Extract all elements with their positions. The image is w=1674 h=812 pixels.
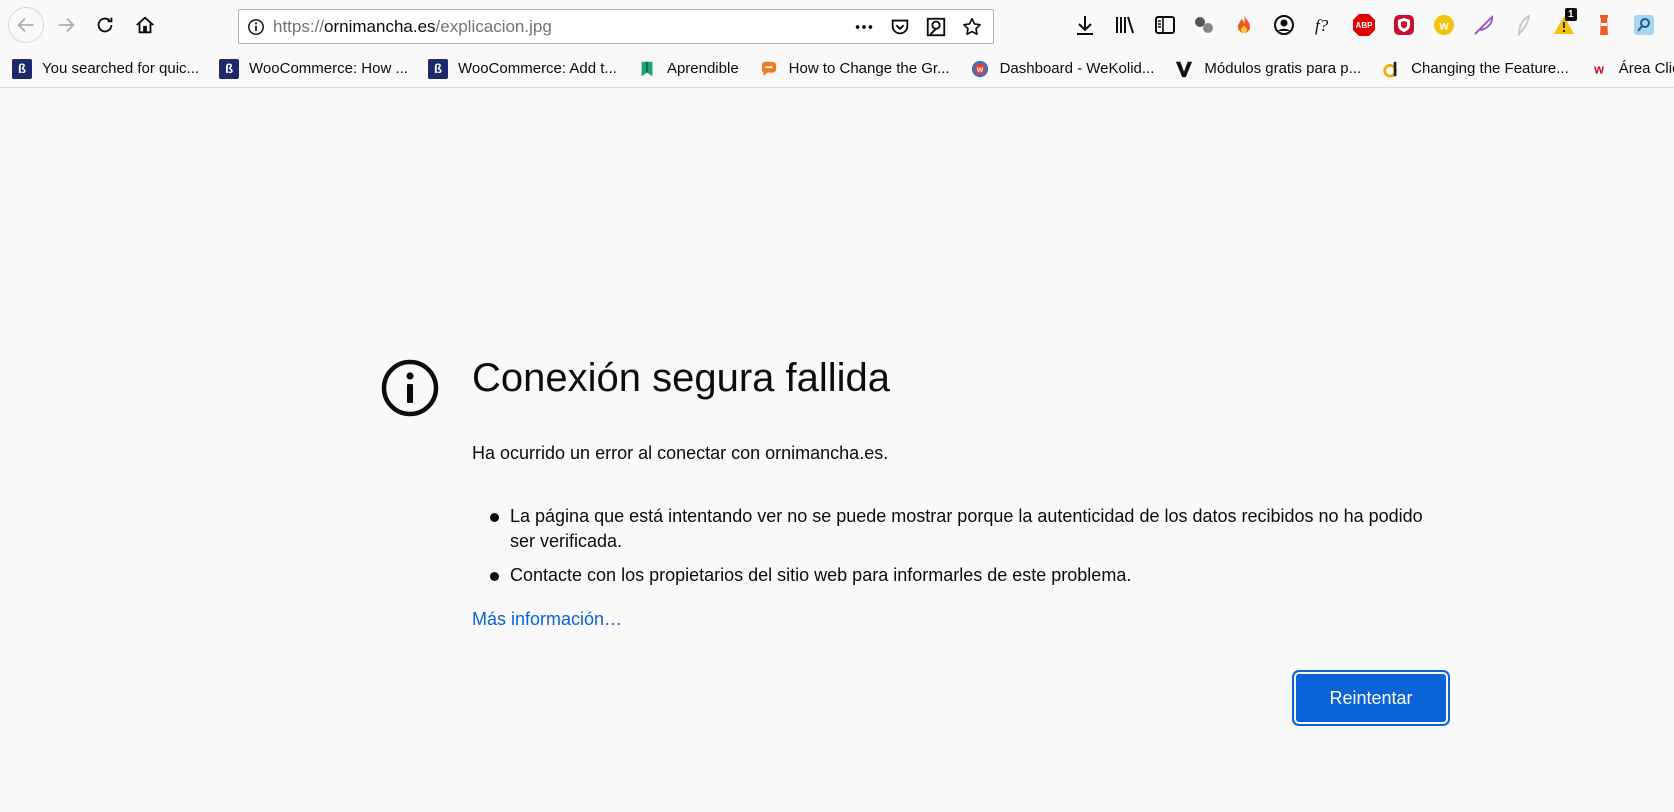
bookmark-item[interactable]: w Área Cliente - web...: [1577, 54, 1674, 84]
pocket-button[interactable]: [885, 12, 915, 42]
bookmark-flag-icon: [637, 59, 657, 79]
svg-text:w: w: [1593, 62, 1604, 76]
svg-text:ABP: ABP: [1356, 21, 1374, 30]
retry-button[interactable]: Reintentar: [1296, 674, 1446, 722]
svg-text:w: w: [975, 65, 983, 74]
star-icon: [963, 17, 981, 35]
reload-icon: [97, 17, 113, 33]
purple-feather-icon: [1474, 14, 1494, 35]
w-extension-button[interactable]: w: [1431, 12, 1457, 38]
grey-feather-extension-button[interactable]: [1511, 12, 1537, 38]
url-bar[interactable]: https://ornimancha.es/explicacion.jpg: [238, 9, 994, 44]
font-question-icon: f?: [1315, 16, 1329, 35]
adblock-plus-button[interactable]: ABP: [1351, 12, 1377, 38]
downloads-button[interactable]: [1072, 12, 1098, 38]
back-arrow-icon: [17, 17, 34, 33]
url-text[interactable]: https://ornimancha.es/explicacion.jpg: [273, 17, 552, 37]
feather-extension-button[interactable]: [1471, 12, 1497, 38]
bookmark-item[interactable]: How to Change the Gr...: [747, 54, 958, 84]
account-button[interactable]: [1271, 12, 1297, 38]
sidebar-button[interactable]: [1152, 12, 1178, 38]
yellow-w-icon: w: [1434, 15, 1454, 35]
extension-spheres-button[interactable]: [1191, 12, 1217, 38]
bookmark-star-button[interactable]: [957, 12, 987, 42]
w-red-icon: w: [1589, 59, 1609, 79]
grey-feather-icon: [1517, 14, 1531, 37]
b-logo-icon: ß: [12, 58, 32, 79]
error-details-list: La página que está intentando ver no se …: [490, 504, 1430, 597]
forward-arrow-icon: [58, 17, 75, 33]
lighthouse-icon: [1600, 15, 1608, 35]
download-icon: [1077, 16, 1093, 35]
home-icon: [136, 16, 154, 34]
bookmark-item[interactable]: ß WooCommerce: How ...: [207, 54, 416, 84]
w-circle-icon: w: [970, 59, 990, 79]
svg-text:f?: f?: [1315, 16, 1329, 35]
screenshot-icon: [926, 17, 946, 36]
info-icon: [381, 359, 439, 417]
b-logo-icon: ß: [219, 58, 240, 79]
navigation-toolbar: https://ornimancha.es/explicacion.jpg f?…: [0, 0, 1674, 50]
chat-bubble-icon: [759, 59, 779, 79]
more-dots-icon: [855, 24, 873, 29]
abp-icon: ABP: [1353, 14, 1375, 36]
account-icon: [1274, 15, 1294, 35]
spheres-icon: [1195, 17, 1213, 33]
site-info-icon[interactable]: [239, 10, 273, 43]
svg-text:w: w: [1438, 19, 1449, 33]
bookmark-item[interactable]: w Dashboard - WeKolid...: [958, 54, 1163, 84]
bookmark-item[interactable]: Módulos gratis para p...: [1162, 54, 1369, 84]
forward-button[interactable]: [49, 8, 83, 42]
screenshot-button[interactable]: [921, 12, 951, 42]
error-detail-item: Contacte con los propietarios del sitio …: [490, 563, 1430, 588]
home-button[interactable]: [128, 8, 162, 42]
v-logo-icon: [1174, 59, 1194, 79]
search-extension-button[interactable]: [1631, 12, 1657, 38]
page-actions-button[interactable]: [849, 12, 879, 42]
learn-more-link[interactable]: Más información…: [472, 609, 622, 630]
lighthouse-extension-button[interactable]: [1591, 12, 1617, 38]
bookmark-item[interactable]: Aprendible: [625, 54, 747, 84]
error-intro: Ha ocurrido un error al conectar con orn…: [472, 443, 889, 463]
b-logo-icon: ß: [427, 58, 448, 79]
bookmarks-toolbar: ß You searched for quic... ß WooCommerce…: [0, 50, 1674, 88]
extension-fire-button[interactable]: [1231, 12, 1257, 38]
bookmark-item[interactable]: ß You searched for quic...: [0, 54, 207, 84]
error-detail-item: La página que está intentando ver no se …: [490, 504, 1430, 554]
back-button[interactable]: [8, 7, 44, 43]
shield-extension-button[interactable]: [1391, 12, 1417, 38]
red-shield-icon: [1394, 15, 1414, 35]
bookmark-item[interactable]: ß WooCommerce: Add t...: [416, 54, 625, 84]
reload-button[interactable]: [88, 8, 122, 42]
library-button[interactable]: [1112, 12, 1138, 38]
sidebar-icon: [1155, 16, 1175, 34]
pocket-icon: [891, 19, 909, 34]
library-icon: [1116, 16, 1134, 34]
d-logo-icon: [1381, 59, 1401, 79]
error-title: Conexión segura fallida: [472, 356, 891, 400]
notification-badge: 1: [1565, 8, 1577, 21]
font-finder-button[interactable]: f?: [1311, 12, 1337, 38]
bookmark-item[interactable]: Changing the Feature...: [1369, 54, 1577, 84]
search-icon: [1634, 15, 1654, 35]
fire-icon: [1238, 15, 1250, 33]
